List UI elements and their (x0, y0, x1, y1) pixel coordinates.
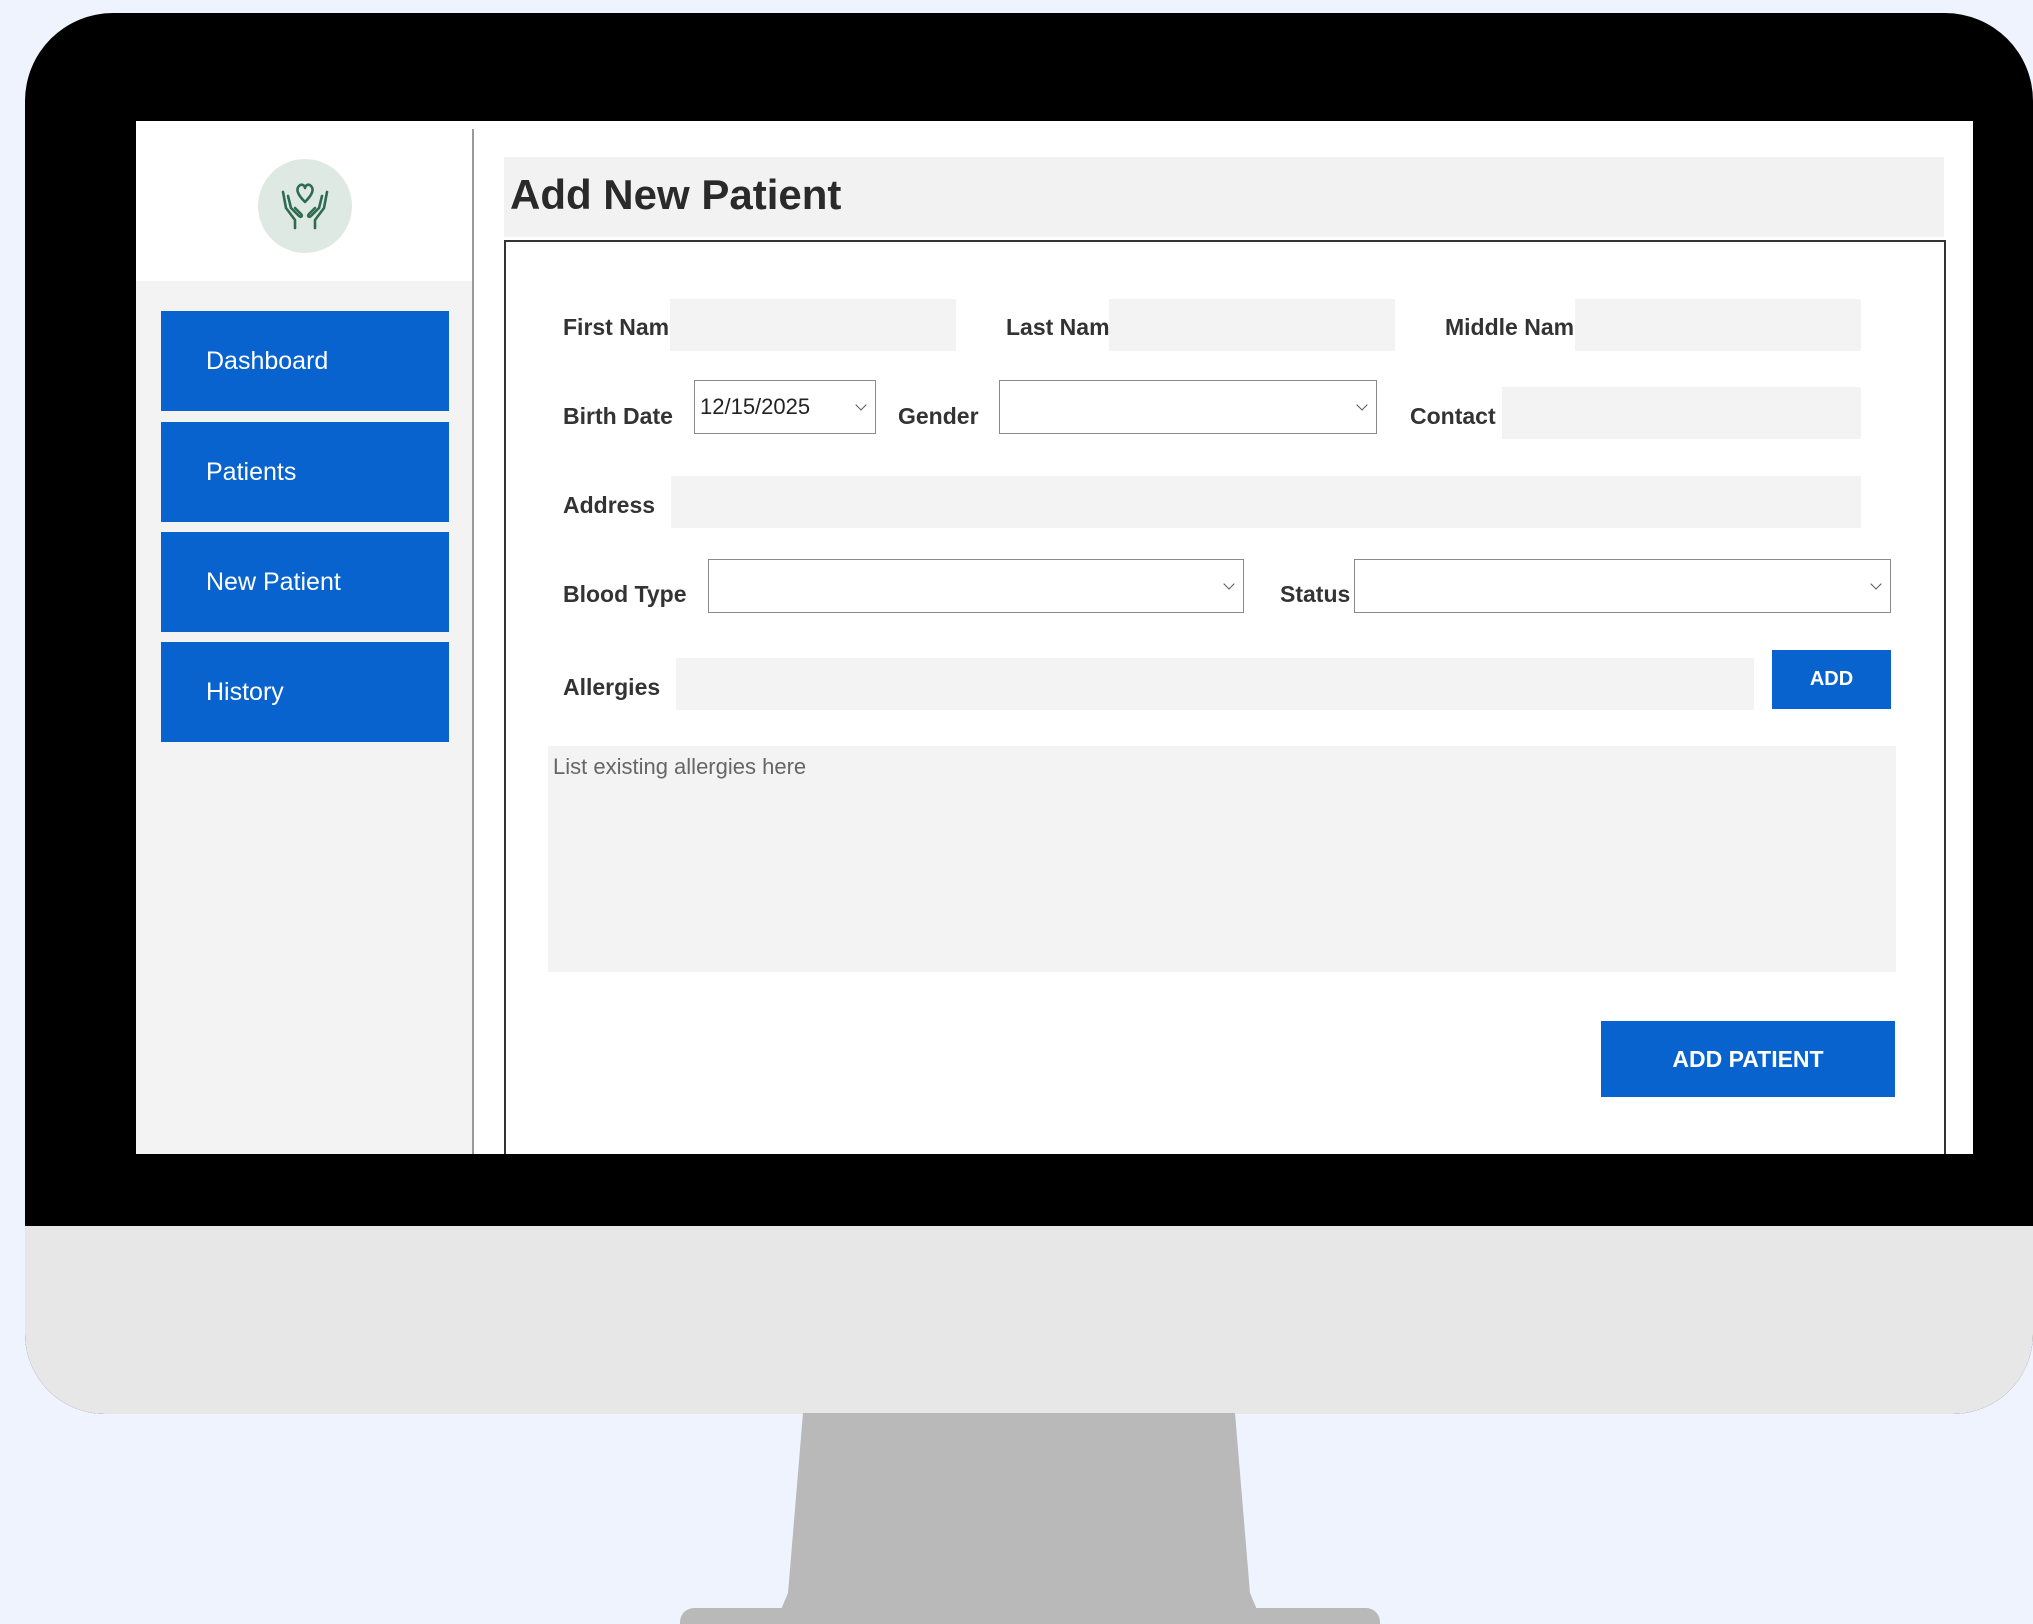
patient-form: First Name Last Name Middle Name Birth D… (504, 240, 1946, 1154)
sidebar-item-new-patient[interactable]: New Patient (161, 532, 449, 632)
allergies-label: Allergies (563, 674, 661, 700)
monitor-frame: Dashboard Patients New Patient History A… (25, 13, 2033, 1414)
chevron-down-icon[interactable] (855, 399, 867, 411)
title-bar: Add New Patient (504, 157, 1944, 237)
app-window: Dashboard Patients New Patient History A… (136, 121, 1973, 1154)
sidebar-item-label: New Patient (206, 567, 341, 596)
status-label: Status (1280, 581, 1351, 607)
chevron-down-icon[interactable] (1356, 399, 1368, 411)
contact-label: Contact (1410, 403, 1496, 429)
chevron-down-icon[interactable] (1870, 578, 1882, 590)
add-allergy-button[interactable]: ADD (1772, 650, 1891, 709)
monitor-chin (25, 1226, 2033, 1414)
address-field[interactable] (671, 476, 1861, 528)
birth-date-picker[interactable]: 12/15/2025 (694, 380, 876, 434)
chevron-down-icon[interactable] (1223, 578, 1235, 590)
hands-heart-icon (258, 159, 352, 253)
last-name-label: Last Name (1006, 314, 1123, 340)
first-name-field[interactable] (670, 299, 956, 351)
last-name-field[interactable] (1109, 299, 1395, 351)
allergy-list[interactable]: List existing allergies here (548, 746, 1896, 972)
sidebar-item-label: Dashboard (206, 346, 329, 375)
blood-type-select[interactable] (708, 559, 1244, 613)
allergy-list-placeholder: List existing allergies here (553, 754, 807, 779)
sidebar-item-label: History (206, 677, 284, 706)
gender-label: Gender (898, 403, 979, 429)
sidebar-item-label: Patients (206, 457, 297, 486)
sidebar-item-dashboard[interactable]: Dashboard (161, 311, 449, 411)
birth-date-label: Birth Date (563, 403, 673, 429)
page-title: Add New Patient (510, 171, 842, 218)
sidebar-item-patients[interactable]: Patients (161, 422, 449, 522)
middle-name-field[interactable] (1575, 299, 1861, 351)
allergies-field[interactable] (676, 658, 1754, 710)
monitor-stand (775, 1413, 1263, 1624)
add-patient-button[interactable]: ADD PATIENT (1601, 1021, 1895, 1097)
main-content: Add New Patient First Name Last Name Mid… (474, 121, 1973, 1154)
sidebar-header (136, 129, 472, 281)
sidebar-item-history[interactable]: History (161, 642, 449, 742)
blood-type-label: Blood Type (563, 581, 687, 607)
monitor-stand-base (680, 1608, 1380, 1624)
first-name-label: First Name (563, 314, 682, 340)
sidebar: Dashboard Patients New Patient History (136, 129, 474, 1154)
middle-name-label: Middle Name (1445, 314, 1587, 340)
status-select[interactable] (1354, 559, 1891, 613)
gender-select[interactable] (999, 380, 1377, 434)
contact-field[interactable] (1502, 387, 1861, 439)
birth-date-value: 12/15/2025 (700, 394, 811, 419)
address-label: Address (563, 492, 656, 518)
